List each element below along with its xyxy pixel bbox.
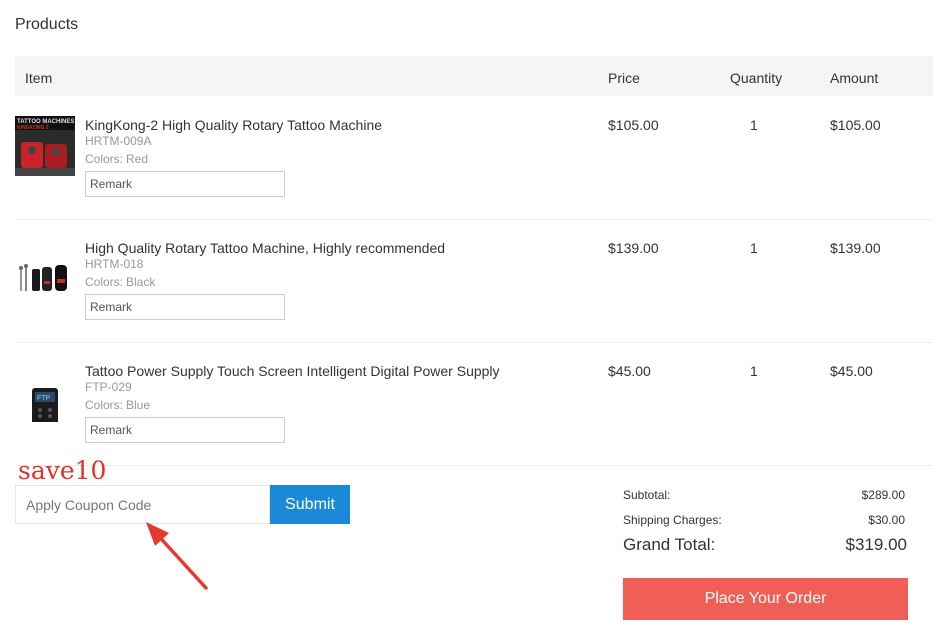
- item-price: $139.00: [608, 240, 659, 256]
- product-name[interactable]: High Quality Rotary Tattoo Machine, High…: [85, 240, 445, 256]
- item-quantity: 1: [750, 240, 758, 256]
- product-color: Colors: Blue: [85, 398, 150, 412]
- coupon-submit-button[interactable]: Submit: [270, 485, 350, 524]
- subtotal-label: Subtotal:: [623, 488, 671, 502]
- color-value: Black: [126, 275, 156, 289]
- color-value: Blue: [126, 398, 151, 412]
- red-arrow-icon: [146, 522, 208, 590]
- item-amount: $139.00: [830, 240, 881, 256]
- shipping-label: Shipping Charges:: [623, 513, 722, 527]
- grand-total-label: Grand Total:: [623, 535, 716, 554]
- color-label: Colors:: [85, 398, 124, 412]
- shipping-value: $30.00: [868, 513, 905, 527]
- power-supply-thumbnail[interactable]: FTP: [15, 362, 75, 422]
- tattoo-machine-red-thumbnail[interactable]: TATTOO MACHINES KINGKONG 2: [15, 116, 75, 176]
- column-header-quantity: Quantity: [730, 70, 783, 86]
- item-quantity: 1: [750, 363, 758, 379]
- product-sku: FTP-029: [85, 380, 132, 394]
- product-sku: HRTM-018: [85, 257, 144, 271]
- product-name[interactable]: Tattoo Power Supply Touch Screen Intelli…: [85, 363, 500, 379]
- table-row: High Quality Rotary Tattoo Machine, High…: [15, 219, 933, 343]
- table-header: Item Price Quantity Amount: [15, 56, 933, 96]
- product-color: Colors: Red: [85, 152, 148, 166]
- page-title: Products: [15, 16, 79, 33]
- item-quantity: 1: [750, 117, 758, 133]
- remark-input[interactable]: [85, 417, 285, 443]
- color-value: Red: [126, 152, 149, 166]
- place-order-button[interactable]: Place Your Order: [623, 578, 908, 620]
- table-row: TATTOO MACHINES KINGKONG 2 KingKong-2 Hi…: [15, 96, 933, 220]
- item-price: $105.00: [608, 117, 659, 133]
- column-header-item: Item: [25, 70, 53, 86]
- tattoo-machine-black-thumbnail[interactable]: [15, 239, 75, 299]
- color-label: Colors:: [85, 152, 124, 166]
- product-color: Colors: Black: [85, 275, 155, 289]
- column-header-price: Price: [608, 70, 640, 86]
- item-amount: $45.00: [830, 363, 873, 379]
- item-price: $45.00: [608, 363, 651, 379]
- grand-total-value: $319.00: [845, 535, 907, 554]
- svg-text:KINGKONG 2: KINGKONG 2: [17, 125, 49, 131]
- coupon-annotation: save10: [18, 456, 107, 485]
- product-sku: HRTM-009A: [85, 134, 152, 148]
- table-row: FTP Tattoo Power Supply Touch Screen Int…: [15, 342, 933, 466]
- subtotal-value: $289.00: [861, 488, 905, 502]
- svg-text:FTP: FTP: [37, 395, 51, 402]
- remark-input[interactable]: [85, 171, 285, 197]
- column-header-amount: Amount: [830, 70, 879, 86]
- remark-input[interactable]: [85, 294, 285, 320]
- product-name[interactable]: KingKong-2 High Quality Rotary Tattoo Ma…: [85, 117, 382, 133]
- color-label: Colors:: [85, 275, 124, 289]
- item-amount: $105.00: [830, 117, 881, 133]
